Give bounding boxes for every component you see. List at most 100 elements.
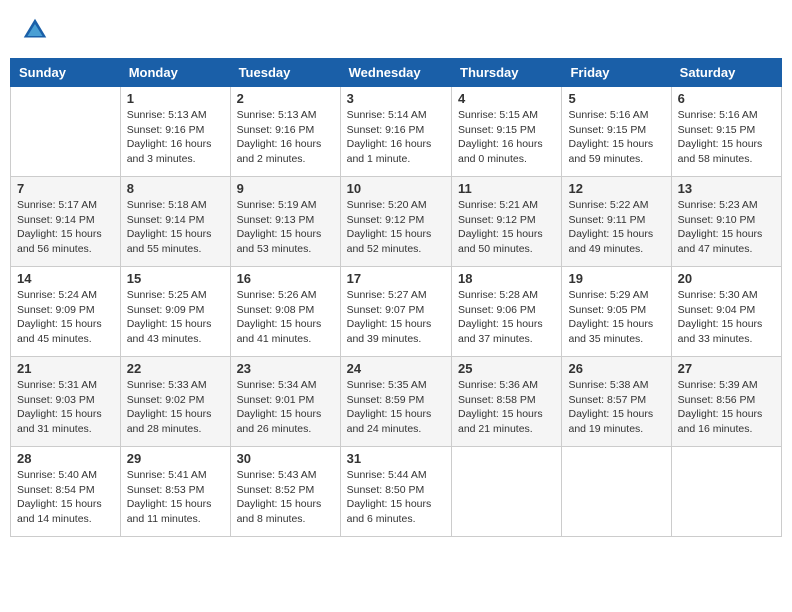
calendar-cell: 11Sunrise: 5:21 AM Sunset: 9:12 PM Dayli… [452, 177, 562, 267]
column-header-tuesday: Tuesday [230, 59, 340, 87]
day-info: Sunrise: 5:19 AM Sunset: 9:13 PM Dayligh… [237, 198, 334, 257]
calendar-cell: 9 Sunrise: 5:19 AM Sunset: 9:13 PM Daylig… [230, 177, 340, 267]
day-number: 19 [568, 271, 664, 286]
day-number: 7 [17, 181, 114, 196]
calendar-cell: 13Sunrise: 5:23 AM Sunset: 9:10 PM Dayli… [671, 177, 781, 267]
day-number: 23 [237, 361, 334, 376]
column-header-saturday: Saturday [671, 59, 781, 87]
day-number: 4 [458, 91, 555, 106]
calendar-cell: 10Sunrise: 5:20 AM Sunset: 9:12 PM Dayli… [340, 177, 451, 267]
calendar-week-row: 7 Sunrise: 5:17 AM Sunset: 9:14 PM Daylig… [11, 177, 782, 267]
day-number: 22 [127, 361, 224, 376]
calendar-cell [562, 447, 671, 537]
day-info: Sunrise: 5:41 AM Sunset: 8:53 PM Dayligh… [127, 468, 224, 527]
day-number: 8 [127, 181, 224, 196]
day-info: Sunrise: 5:23 AM Sunset: 9:10 PM Dayligh… [678, 198, 775, 257]
day-number: 2 [237, 91, 334, 106]
day-number: 29 [127, 451, 224, 466]
calendar-week-row: 21 Sunrise: 5:31 AM Sunset: 9:03 PM Dayli… [11, 357, 782, 447]
day-info: Sunrise: 5:34 AM Sunset: 9:01 PM Dayligh… [237, 378, 334, 437]
day-info: Sunrise: 5:40 AM Sunset: 8:54 PM Dayligh… [17, 468, 114, 527]
calendar-cell [671, 447, 781, 537]
day-info: Sunrise: 5:24 AM Sunset: 9:09 PM Dayligh… [17, 288, 114, 347]
calendar-cell: 15 Sunrise: 5:25 AM Sunset: 9:09 PM Dayli… [120, 267, 230, 357]
day-number: 6 [678, 91, 775, 106]
day-number: 17 [347, 271, 445, 286]
page-header [10, 10, 782, 50]
calendar-week-row: 1 Sunrise: 5:13 AM Sunset: 9:16 PM Daylig… [11, 87, 782, 177]
day-number: 15 [127, 271, 224, 286]
calendar-cell: 25Sunrise: 5:36 AM Sunset: 8:58 PM Dayli… [452, 357, 562, 447]
calendar-table: SundayMondayTuesdayWednesdayThursdayFrid… [10, 58, 782, 537]
day-number: 9 [237, 181, 334, 196]
column-header-wednesday: Wednesday [340, 59, 451, 87]
day-number: 12 [568, 181, 664, 196]
day-info: Sunrise: 5:16 AM Sunset: 9:15 PM Dayligh… [568, 108, 664, 167]
calendar-cell: 3 Sunrise: 5:14 AM Sunset: 9:16 PM Daylig… [340, 87, 451, 177]
day-number: 3 [347, 91, 445, 106]
calendar-cell: 1 Sunrise: 5:13 AM Sunset: 9:16 PM Daylig… [120, 87, 230, 177]
day-number: 18 [458, 271, 555, 286]
calendar-cell: 6 Sunrise: 5:16 AM Sunset: 9:15 PM Daylig… [671, 87, 781, 177]
column-header-friday: Friday [562, 59, 671, 87]
calendar-cell: 22 Sunrise: 5:33 AM Sunset: 9:02 PM Dayli… [120, 357, 230, 447]
calendar-cell: 7 Sunrise: 5:17 AM Sunset: 9:14 PM Daylig… [11, 177, 121, 267]
day-info: Sunrise: 5:21 AM Sunset: 9:12 PM Dayligh… [458, 198, 555, 257]
calendar-cell: 28 Sunrise: 5:40 AM Sunset: 8:54 PM Dayli… [11, 447, 121, 537]
calendar-cell: 21 Sunrise: 5:31 AM Sunset: 9:03 PM Dayli… [11, 357, 121, 447]
calendar-cell: 24 Sunrise: 5:35 AM Sunset: 8:59 PM Dayli… [340, 357, 451, 447]
calendar-week-row: 28 Sunrise: 5:40 AM Sunset: 8:54 PM Dayli… [11, 447, 782, 537]
calendar-cell: 19 Sunrise: 5:29 AM Sunset: 9:05 PM Dayli… [562, 267, 671, 357]
day-info: Sunrise: 5:35 AM Sunset: 8:59 PM Dayligh… [347, 378, 445, 437]
logo-icon [20, 15, 50, 45]
day-info: Sunrise: 5:18 AM Sunset: 9:14 PM Dayligh… [127, 198, 224, 257]
calendar-week-row: 14 Sunrise: 5:24 AM Sunset: 9:09 PM Dayli… [11, 267, 782, 357]
day-info: Sunrise: 5:36 AM Sunset: 8:58 PM Dayligh… [458, 378, 555, 437]
calendar-cell [11, 87, 121, 177]
calendar-cell: 29 Sunrise: 5:41 AM Sunset: 8:53 PM Dayli… [120, 447, 230, 537]
day-info: Sunrise: 5:14 AM Sunset: 9:16 PM Dayligh… [347, 108, 445, 167]
calendar-cell [452, 447, 562, 537]
day-info: Sunrise: 5:28 AM Sunset: 9:06 PM Dayligh… [458, 288, 555, 347]
day-number: 24 [347, 361, 445, 376]
day-info: Sunrise: 5:22 AM Sunset: 9:11 PM Dayligh… [568, 198, 664, 257]
day-info: Sunrise: 5:25 AM Sunset: 9:09 PM Dayligh… [127, 288, 224, 347]
day-info: Sunrise: 5:13 AM Sunset: 9:16 PM Dayligh… [127, 108, 224, 167]
day-info: Sunrise: 5:16 AM Sunset: 9:15 PM Dayligh… [678, 108, 775, 167]
day-number: 16 [237, 271, 334, 286]
calendar-cell: 23 Sunrise: 5:34 AM Sunset: 9:01 PM Dayli… [230, 357, 340, 447]
day-info: Sunrise: 5:39 AM Sunset: 8:56 PM Dayligh… [678, 378, 775, 437]
day-info: Sunrise: 5:43 AM Sunset: 8:52 PM Dayligh… [237, 468, 334, 527]
day-info: Sunrise: 5:26 AM Sunset: 9:08 PM Dayligh… [237, 288, 334, 347]
day-number: 26 [568, 361, 664, 376]
calendar-cell: 30 Sunrise: 5:43 AM Sunset: 8:52 PM Dayli… [230, 447, 340, 537]
day-info: Sunrise: 5:30 AM Sunset: 9:04 PM Dayligh… [678, 288, 775, 347]
day-info: Sunrise: 5:31 AM Sunset: 9:03 PM Dayligh… [17, 378, 114, 437]
calendar-cell: 16 Sunrise: 5:26 AM Sunset: 9:08 PM Dayli… [230, 267, 340, 357]
day-info: Sunrise: 5:20 AM Sunset: 9:12 PM Dayligh… [347, 198, 445, 257]
calendar-cell: 8 Sunrise: 5:18 AM Sunset: 9:14 PM Daylig… [120, 177, 230, 267]
day-number: 21 [17, 361, 114, 376]
day-number: 20 [678, 271, 775, 286]
calendar-cell: 14 Sunrise: 5:24 AM Sunset: 9:09 PM Dayli… [11, 267, 121, 357]
day-info: Sunrise: 5:27 AM Sunset: 9:07 PM Dayligh… [347, 288, 445, 347]
day-info: Sunrise: 5:38 AM Sunset: 8:57 PM Dayligh… [568, 378, 664, 437]
day-number: 5 [568, 91, 664, 106]
day-info: Sunrise: 5:44 AM Sunset: 8:50 PM Dayligh… [347, 468, 445, 527]
calendar-cell: 26 Sunrise: 5:38 AM Sunset: 8:57 PM Dayli… [562, 357, 671, 447]
day-info: Sunrise: 5:33 AM Sunset: 9:02 PM Dayligh… [127, 378, 224, 437]
day-number: 30 [237, 451, 334, 466]
day-info: Sunrise: 5:13 AM Sunset: 9:16 PM Dayligh… [237, 108, 334, 167]
calendar-cell: 2 Sunrise: 5:13 AM Sunset: 9:16 PM Daylig… [230, 87, 340, 177]
column-header-monday: Monday [120, 59, 230, 87]
logo [20, 15, 54, 45]
day-number: 28 [17, 451, 114, 466]
calendar-cell: 5 Sunrise: 5:16 AM Sunset: 9:15 PM Daylig… [562, 87, 671, 177]
calendar-cell: 12 Sunrise: 5:22 AM Sunset: 9:11 PM Dayli… [562, 177, 671, 267]
day-number: 27 [678, 361, 775, 376]
day-info: Sunrise: 5:17 AM Sunset: 9:14 PM Dayligh… [17, 198, 114, 257]
day-number: 14 [17, 271, 114, 286]
day-info: Sunrise: 5:29 AM Sunset: 9:05 PM Dayligh… [568, 288, 664, 347]
day-number: 1 [127, 91, 224, 106]
calendar-cell: 31Sunrise: 5:44 AM Sunset: 8:50 PM Dayli… [340, 447, 451, 537]
